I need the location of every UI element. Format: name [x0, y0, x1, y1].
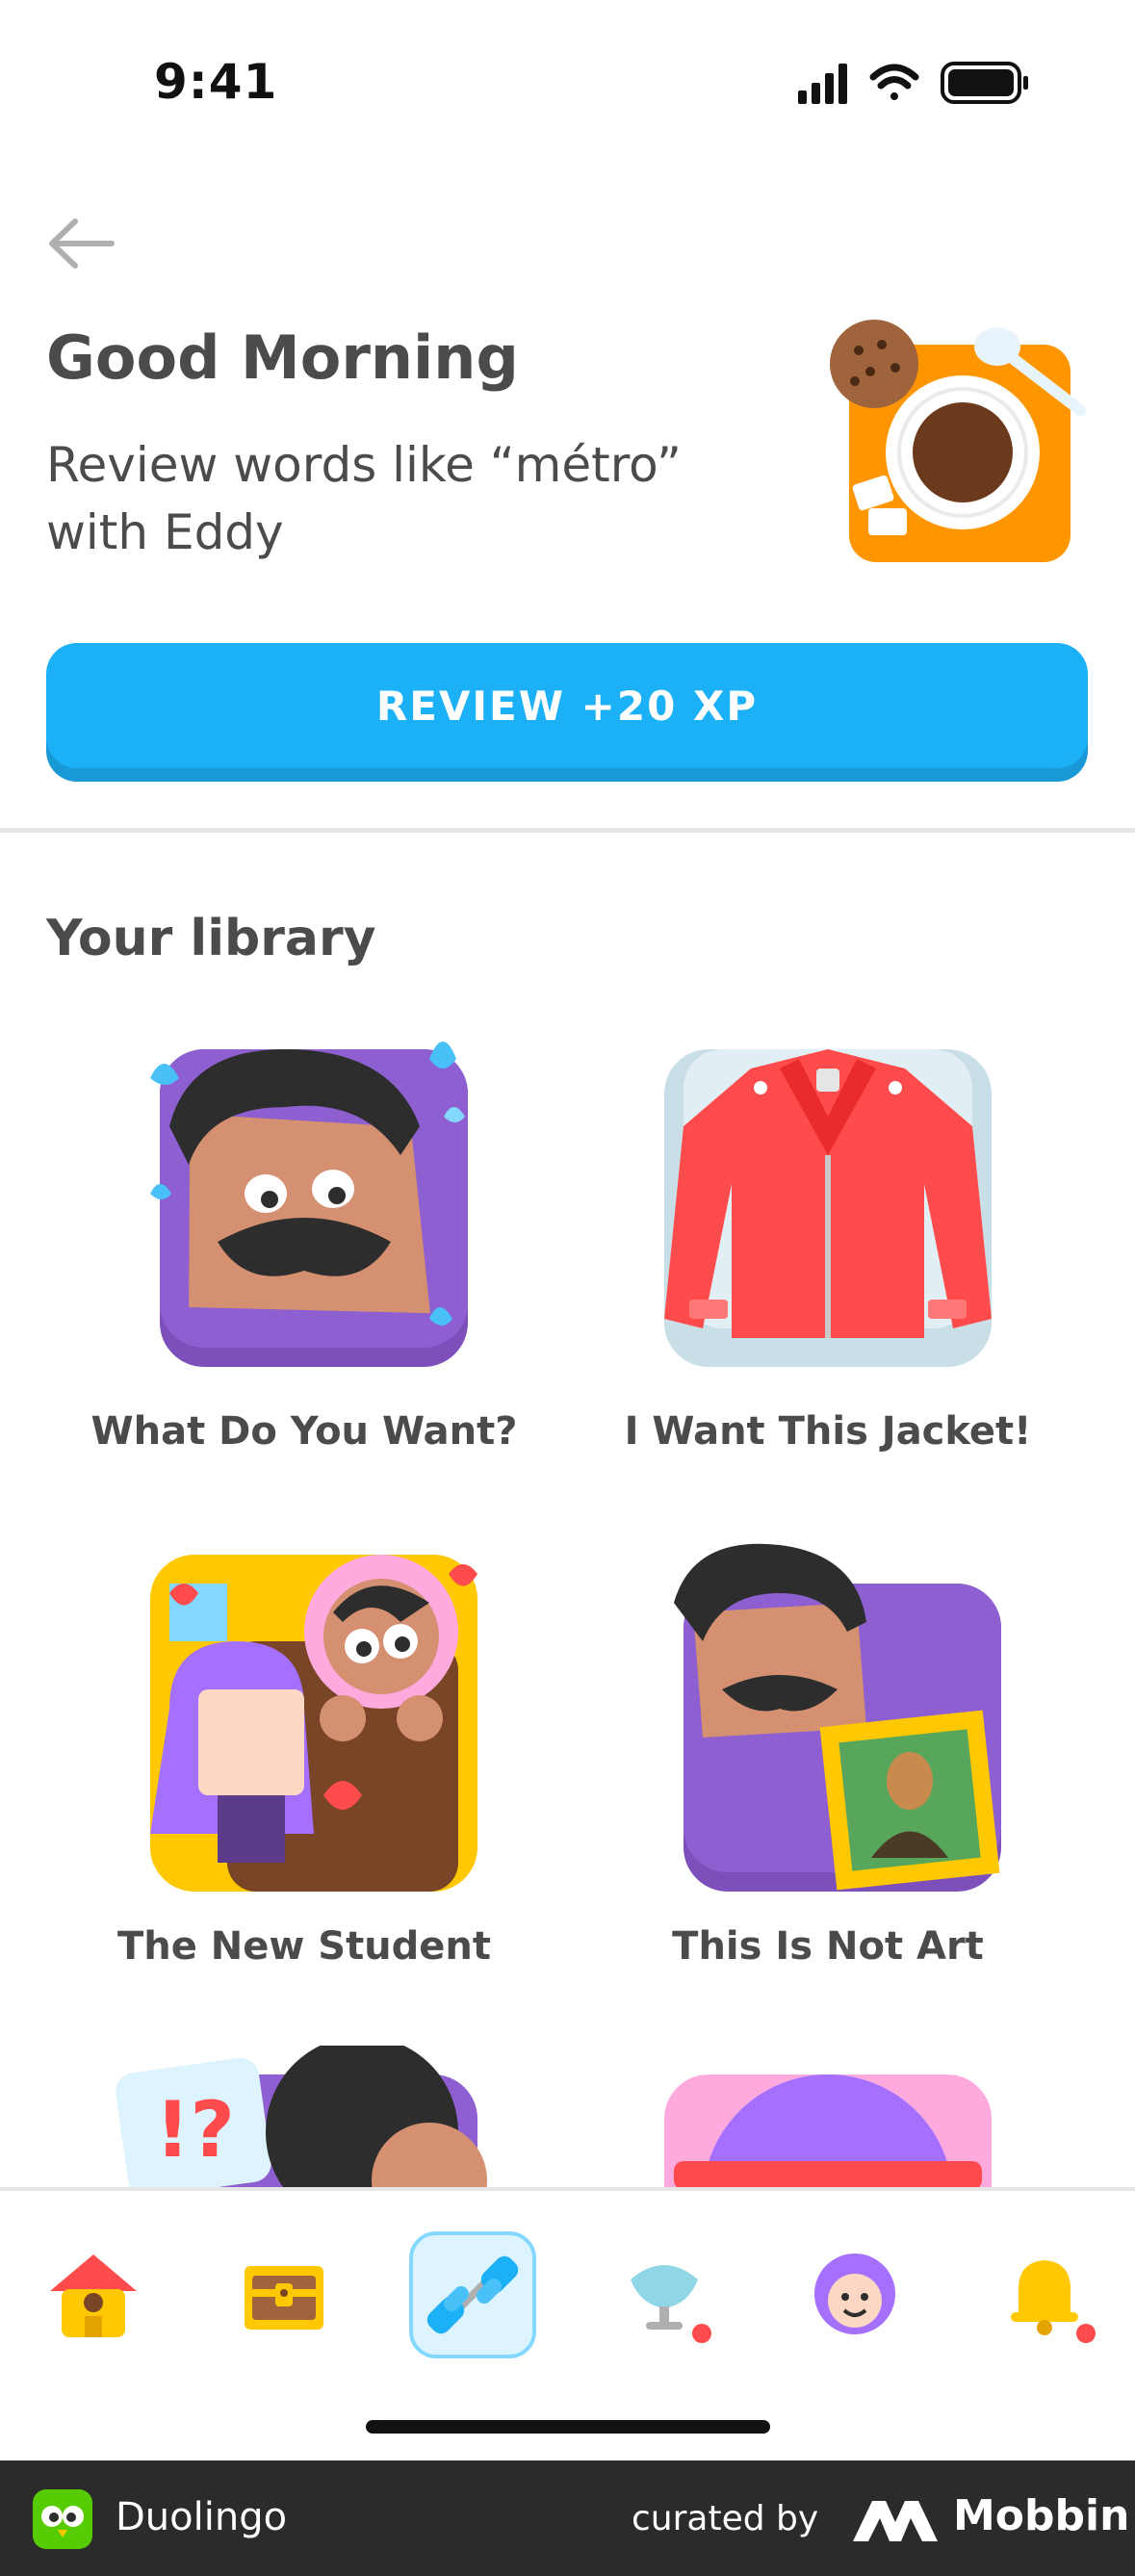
dumbbell-icon	[426, 2255, 519, 2334]
story-card-the-new-student[interactable]: The New Student	[83, 1526, 526, 1969]
footer-app-name: Duolingo	[116, 2495, 288, 2539]
story-card-this-is-not-art[interactable]: This Is Not Art	[606, 1526, 1049, 1969]
tab-notifications[interactable]	[982, 2231, 1107, 2357]
footer-brand: Mobbin	[953, 2491, 1130, 2540]
tab-shop[interactable]	[602, 2231, 727, 2357]
red-jacket-illustration	[664, 1049, 992, 1367]
story-card-partial-left[interactable]: !?	[83, 2046, 526, 2188]
woman-glasses-illustration	[664, 2074, 992, 2188]
status-time: 9:41	[154, 54, 278, 110]
signal-icon	[798, 64, 847, 104]
worried-man-illustration	[150, 1042, 468, 1367]
profile-icon	[814, 2254, 895, 2334]
back-arrow-icon[interactable]	[44, 212, 121, 275]
surprised-illustration: !?	[116, 2046, 487, 2188]
bell-icon	[1011, 2260, 1096, 2343]
library-title: Your library	[46, 910, 376, 967]
story-card-i-want-this-jacket[interactable]: I Want This Jacket!	[606, 1011, 1049, 1454]
coffee-illustration	[830, 320, 1086, 562]
story-title: I Want This Jacket!	[624, 1409, 1032, 1454]
treasure-chest-icon	[245, 2266, 323, 2330]
tab-chest[interactable]	[221, 2231, 347, 2357]
tab-home[interactable]	[31, 2231, 156, 2357]
story-title: What Do You Want?	[90, 1409, 518, 1454]
story-title: This Is Not Art	[672, 1924, 984, 1969]
home-icon	[50, 2254, 137, 2337]
section-divider	[0, 828, 1135, 833]
wifi-icon	[869, 64, 919, 100]
footer-bar: Duolingo curated by Mobbin	[0, 2460, 1135, 2576]
svg-text:!?: !?	[155, 2085, 235, 2175]
tab-profile[interactable]	[792, 2231, 917, 2357]
battery-icon	[941, 62, 1028, 104]
new-student-illustration	[150, 1555, 477, 1892]
story-title: The New Student	[116, 1924, 492, 1969]
duolingo-logo-icon	[33, 2489, 92, 2549]
review-button[interactable]: REVIEW +20 XP	[46, 643, 1088, 768]
page-title: Good Morning	[46, 322, 519, 393]
art-gallery-illustration	[674, 1543, 1001, 1892]
story-card-partial-right[interactable]	[606, 2046, 1049, 2188]
shop-icon	[631, 2265, 711, 2343]
home-indicator	[366, 2420, 770, 2434]
tab-practice[interactable]	[409, 2231, 536, 2358]
status-icons	[798, 62, 1028, 104]
footer-curated-by: curated by	[632, 2499, 819, 2538]
story-card-what-do-you-want[interactable]: What Do You Want?	[83, 1011, 526, 1454]
mobbin-logo-icon	[853, 2501, 938, 2541]
page-subtitle: Review words like “métro” with Eddy	[46, 437, 682, 560]
